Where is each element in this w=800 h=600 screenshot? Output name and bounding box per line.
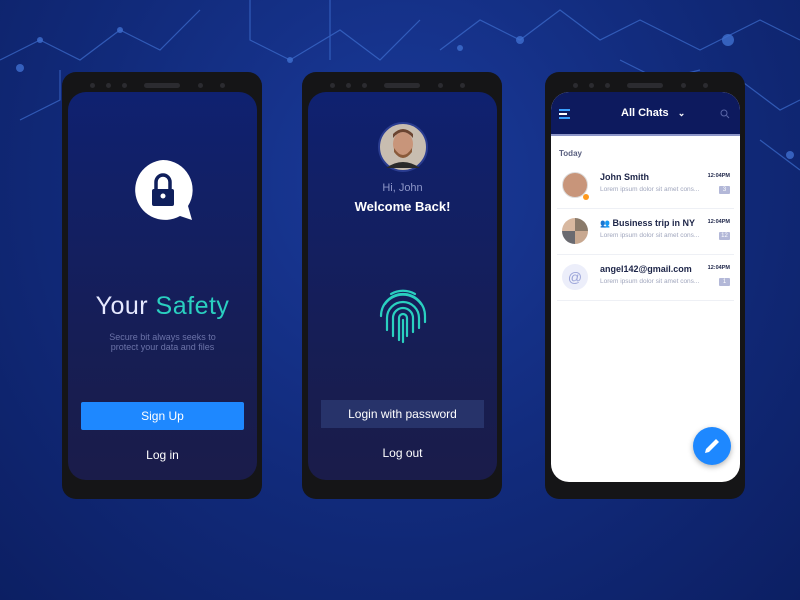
- phone-welcome: Your Safety Secure bit always seeks to pr…: [62, 72, 262, 499]
- chat-item[interactable]: John Smith Lorem ipsum dolor sit amet co…: [557, 163, 734, 209]
- unread-badge: 3: [719, 186, 730, 194]
- chat-preview: Lorem ipsum dolor sit amet cons...: [600, 278, 700, 285]
- menu-icon[interactable]: [559, 109, 570, 119]
- chevron-down-icon: ⌄: [677, 108, 686, 118]
- chat-name: angel142@gmail.com: [600, 264, 692, 274]
- chat-time: 12:04PM: [707, 265, 730, 271]
- chat-name: John Smith: [600, 172, 649, 182]
- login-with-password-button[interactable]: Login with password: [321, 400, 484, 428]
- lock-icon: [68, 156, 257, 231]
- welcome-back: Welcome Back!: [354, 199, 451, 214]
- all-chats-dropdown[interactable]: All Chats ⌄: [621, 107, 685, 119]
- avatar: [308, 122, 497, 177]
- login-screen: Hi, John Welcome Back! Login with passwo…: [308, 92, 497, 480]
- chat-time: 12:04PM: [707, 219, 730, 225]
- phone-login: Hi, John Welcome Back! Login with passwo…: [302, 72, 502, 499]
- chat-item[interactable]: @ angel142@gmail.com Lorem ipsum dolor s…: [557, 255, 734, 301]
- greeting: Hi, John: [382, 182, 423, 194]
- subtitle: Secure bit always seeks to protect your d…: [109, 332, 216, 352]
- unread-badge: 1: [719, 278, 730, 286]
- chat-name: 👥 Business trip in NY: [600, 218, 696, 228]
- sign-up-button[interactable]: Sign Up: [81, 402, 244, 430]
- compose-button[interactable]: [693, 427, 731, 465]
- group-icon: 👥: [600, 219, 610, 228]
- log-out-button[interactable]: Log out: [321, 439, 484, 467]
- fingerprint-icon[interactable]: [308, 286, 497, 351]
- log-in-button[interactable]: Log in: [81, 441, 244, 469]
- search-icon[interactable]: [720, 109, 730, 119]
- welcome-screen: Your Safety Secure bit always seeks to pr…: [68, 92, 257, 480]
- unread-badge: 12: [719, 232, 730, 240]
- section-today: Today: [559, 149, 582, 158]
- phone-chats: All Chats ⌄ Today John Smith Lorem ipsum…: [545, 72, 745, 499]
- at-sign-icon: @: [562, 264, 588, 290]
- chat-item[interactable]: 👥 Business trip in NY Lorem ipsum dolor …: [557, 209, 734, 255]
- pencil-icon: [705, 439, 719, 453]
- group-avatar: [562, 218, 588, 244]
- chat-time: 12:04PM: [707, 173, 730, 179]
- chats-header: All Chats ⌄: [551, 92, 740, 136]
- online-indicator: [583, 194, 589, 200]
- chat-preview: Lorem ipsum dolor sit amet cons...: [600, 232, 700, 239]
- chats-screen: All Chats ⌄ Today John Smith Lorem ipsum…: [551, 92, 740, 482]
- app-title: Your Safety: [95, 292, 230, 320]
- chat-preview: Lorem ipsum dolor sit amet cons...: [600, 186, 700, 193]
